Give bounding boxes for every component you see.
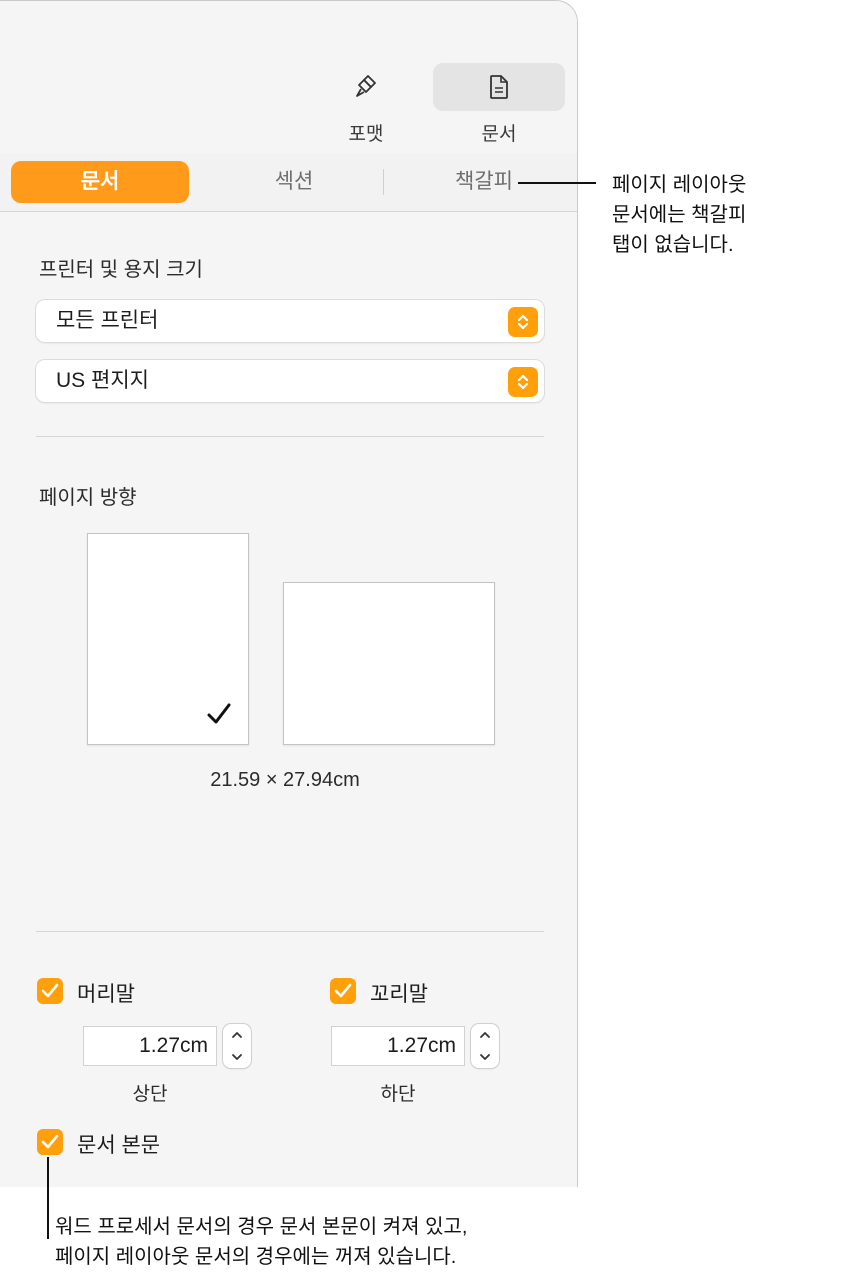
callout-line: 페이지 레이아웃 <box>612 174 747 196</box>
callout-line: 페이지 레이아웃 문서의 경우에는 꺼져 있습니다. <box>55 1246 457 1268</box>
header-label: 머리말 <box>77 983 135 1006</box>
format-label: 포맷 <box>348 124 384 145</box>
paper-size-popup[interactable]: US 편지지 <box>36 360 544 402</box>
callout-line: 문서에는 책갈피 <box>612 204 747 226</box>
checkmark-icon <box>334 983 352 998</box>
checkmark-icon <box>41 983 59 998</box>
inspector-toolbar: 포맷 문서 <box>0 1 577 154</box>
popup-chevron-icon <box>508 367 538 397</box>
page-dimensions: 21.59 × 27.94cm <box>210 769 360 791</box>
paper-size-value: US 편지지 <box>56 369 149 392</box>
document-button[interactable] <box>433 63 565 111</box>
footer-margin-stepper[interactable] <box>471 1024 499 1068</box>
inspector-tabs: 문서 섹션 책갈피 <box>0 153 577 212</box>
section-divider <box>36 931 544 932</box>
body-callout: 워드 프로세서 문서의 경우 문서 본문이 켜져 있고, 페이지 레이아웃 문서… <box>55 1212 467 1272</box>
header-margin-stepper[interactable] <box>223 1024 251 1068</box>
printer-value: 모든 프린터 <box>56 309 159 332</box>
callout-line: 워드 프로세서 문서의 경우 문서 본문이 켜져 있고, <box>55 1216 468 1238</box>
orientation-section-title: 페이지 방향 <box>39 487 137 509</box>
tab-section[interactable]: 섹션 <box>205 161 383 203</box>
inspector-panel: 포맷 문서 문서 섹션 책갈피 프린터 및 용지 크기 모든 프린터 US 편지… <box>0 0 578 1187</box>
chevron-down-icon[interactable] <box>471 1046 499 1068</box>
paintbrush-icon <box>356 75 376 97</box>
landscape-orientation-option[interactable] <box>283 582 495 745</box>
document-label: 문서 <box>481 124 517 145</box>
portrait-orientation-option[interactable] <box>87 533 249 745</box>
checkmark-icon <box>41 1134 59 1149</box>
tab-separator <box>383 169 384 195</box>
footer-label: 꼬리말 <box>370 983 428 1006</box>
checkmark-icon <box>207 703 231 724</box>
document-body-checkbox[interactable] <box>37 1129 63 1155</box>
header-margin-field[interactable]: 1.27cm <box>83 1026 217 1066</box>
callout-line: 탭이 없습니다. <box>612 234 734 256</box>
footer-checkbox[interactable] <box>330 978 356 1004</box>
chevron-down-icon[interactable] <box>223 1046 251 1068</box>
printer-popup[interactable]: 모든 프린터 <box>36 300 544 342</box>
printer-section-title: 프린터 및 용지 크기 <box>39 259 203 281</box>
callout-leader-line <box>47 1157 49 1239</box>
header-checkbox[interactable] <box>37 978 63 1004</box>
tab-document[interactable]: 문서 <box>11 161 189 203</box>
popup-chevron-icon <box>508 307 538 337</box>
callout-leader-line <box>518 182 596 184</box>
chevron-up-icon[interactable] <box>223 1024 251 1046</box>
document-icon <box>490 75 508 99</box>
bookmarks-callout: 페이지 레이아웃 문서에는 책갈피 탭이 없습니다. <box>612 170 746 260</box>
document-body-label: 문서 본문 <box>77 1134 161 1157</box>
footer-position-label: 하단 <box>380 1084 416 1105</box>
format-button[interactable] <box>300 63 432 111</box>
header-position-label: 상단 <box>132 1084 168 1105</box>
chevron-up-icon[interactable] <box>471 1024 499 1046</box>
section-divider <box>36 436 544 437</box>
footer-margin-field[interactable]: 1.27cm <box>331 1026 465 1066</box>
